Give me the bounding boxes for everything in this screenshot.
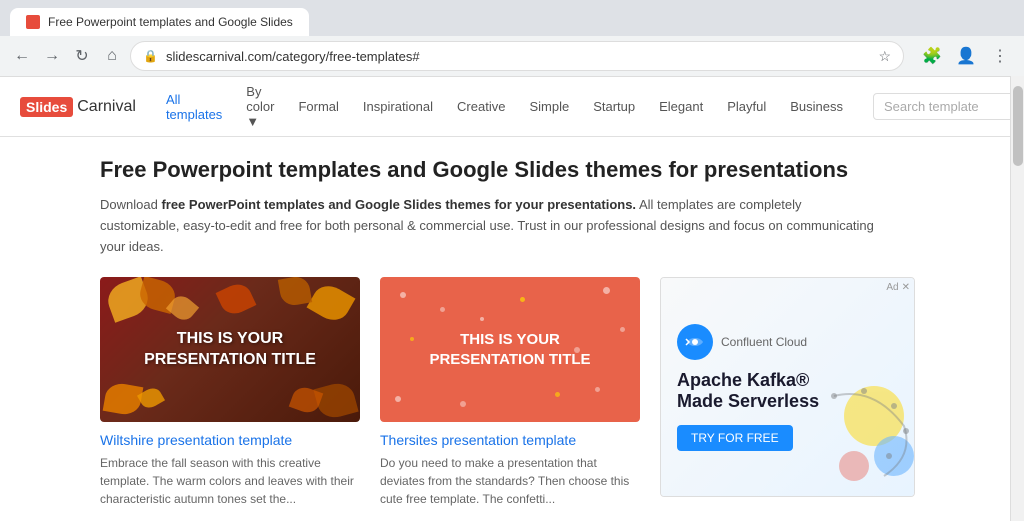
tab-title: Free Powerpoint templates and Google Sli…	[48, 15, 293, 29]
thumb-text-thersites: THIS IS YOUR PRESENTATION TITLE	[429, 330, 590, 369]
template-desc-wiltshire: Embrace the fall season with this creati…	[100, 454, 360, 508]
template-title-thersites: Thersites presentation template	[380, 432, 640, 448]
scrollbar-track[interactable]	[1010, 76, 1024, 521]
address-bar[interactable]: 🔒 slidescarnival.com/category/free-templ…	[130, 41, 904, 71]
main-content: Free Powerpoint templates and Google Sli…	[0, 137, 1024, 522]
url-text: slidescarnival.com/category/free-templat…	[166, 49, 870, 64]
nav-creative[interactable]: Creative	[447, 93, 515, 120]
star-icon: ☆	[878, 48, 891, 65]
ad-close-icon[interactable]: ✕	[902, 282, 910, 293]
nav-by-color[interactable]: By color ▼	[236, 78, 284, 135]
nav-all-templates[interactable]: All templates	[156, 86, 232, 128]
menu-button[interactable]: ⋮	[986, 42, 1014, 70]
reload-button[interactable]: ↻	[70, 44, 94, 68]
template-card-thersites[interactable]: THIS IS YOUR PRESENTATION TITLE Thersite…	[380, 277, 640, 508]
template-thumbnail-thersites: THIS IS YOUR PRESENTATION TITLE	[380, 277, 640, 422]
template-card-wiltshire[interactable]: THIS IS YOUR PRESENTATION TITLE Wiltshir…	[100, 277, 360, 508]
nav-startup[interactable]: Startup	[583, 93, 645, 120]
thumb-line2: PRESENTATION TITLE	[144, 350, 316, 371]
ad-cta-button[interactable]: TRY FOR FREE	[677, 425, 793, 451]
ad-brand-name: Confluent Cloud	[721, 335, 807, 349]
template-thumbnail-wiltshire: THIS IS YOUR PRESENTATION TITLE	[100, 277, 360, 422]
desc-normal: Download	[100, 197, 161, 212]
templates-grid: THIS IS YOUR PRESENTATION TITLE Wiltshir…	[100, 277, 924, 508]
tab-bar: Free Powerpoint templates and Google Sli…	[0, 0, 1024, 36]
thumb-line2-thersites: PRESENTATION TITLE	[429, 350, 590, 370]
home-button[interactable]: ⌂	[100, 44, 124, 68]
template-title-wiltshire: Wiltshire presentation template	[100, 432, 360, 448]
active-tab[interactable]: Free Powerpoint templates and Google Sli…	[10, 8, 309, 36]
ad-label: Ad	[886, 282, 898, 293]
thumb-line1: THIS IS YOUR	[144, 329, 316, 350]
page-description: Download free PowerPoint templates and G…	[100, 195, 880, 257]
template-desc-thersites: Do you need to make a presentation that …	[380, 454, 640, 508]
nav-elegant[interactable]: Elegant	[649, 93, 713, 120]
thumb-autumn: THIS IS YOUR PRESENTATION TITLE	[100, 277, 360, 422]
profile-button[interactable]: 👤	[952, 42, 980, 70]
site-header: Slides Carnival All templates By color ▼…	[0, 77, 1024, 137]
main-nav: All templates By color ▼ Formal Inspirat…	[156, 78, 853, 135]
ad-logo-icon	[677, 324, 713, 360]
scrollbar-thumb[interactable]	[1013, 86, 1023, 166]
nav-simple[interactable]: Simple	[519, 93, 579, 120]
site-logo[interactable]: Slides Carnival	[20, 97, 136, 117]
ad-badge: Ad ✕	[886, 282, 910, 293]
browser-chrome: Free Powerpoint templates and Google Sli…	[0, 0, 1024, 77]
search-input[interactable]	[884, 99, 1024, 114]
ad-logo: Confluent Cloud	[677, 324, 807, 360]
nav-playful[interactable]: Playful	[717, 93, 776, 120]
extensions-button[interactable]: 🧩	[918, 42, 946, 70]
forward-button[interactable]: →	[40, 44, 64, 68]
nav-formal[interactable]: Formal	[288, 93, 348, 120]
thumb-text-wiltshire: THIS IS YOUR PRESENTATION TITLE	[144, 329, 316, 371]
thumb-coral: THIS IS YOUR PRESENTATION TITLE	[380, 277, 640, 422]
logo-slides: Slides	[20, 97, 73, 117]
page-title: Free Powerpoint templates and Google Sli…	[100, 157, 924, 183]
browser-controls: ← → ↻ ⌂ 🔒 slidescarnival.com/category/fr…	[0, 36, 1024, 76]
search-box[interactable]: 🔍	[873, 93, 1024, 120]
browser-icon-group: 🧩 👤 ⋮	[918, 42, 1014, 70]
logo-carnival: Carnival	[77, 98, 136, 116]
thumb-line1-thersites: THIS IS YOUR	[429, 330, 590, 350]
ad-card[interactable]: Ad ✕ Confluent Cloud Apache Kafka®	[660, 277, 915, 497]
tab-favicon	[26, 15, 40, 29]
lock-icon: 🔒	[143, 49, 158, 63]
back-button[interactable]: ←	[10, 44, 34, 68]
desc-bold: free PowerPoint templates and Google Sli…	[161, 197, 636, 212]
nav-inspirational[interactable]: Inspirational	[353, 93, 443, 120]
ad-decoration-svg	[794, 376, 914, 496]
nav-business[interactable]: Business	[780, 93, 853, 120]
